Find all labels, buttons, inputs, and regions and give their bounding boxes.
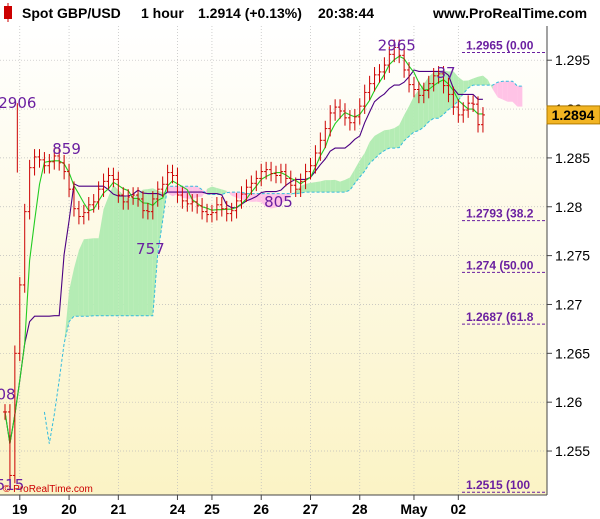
- fib-level-label: 1.274 (50.00: [466, 258, 534, 272]
- fib-level-label: 1.2965 (0.00: [466, 39, 534, 53]
- cloud-segment: [93, 238, 99, 316]
- y-tick-label: 1.26: [555, 394, 582, 410]
- extreme-annotation: 757: [136, 240, 165, 258]
- x-tick-label: 19: [12, 501, 28, 517]
- cloud-segment: [83, 238, 89, 317]
- cloud-segment: [389, 128, 395, 149]
- y-tick-label: 1.27: [555, 296, 582, 312]
- instrument-name: Spot GBP/USD: [22, 5, 121, 21]
- cloud-segment: [330, 179, 336, 193]
- cloud-segment: [335, 179, 341, 193]
- cloud-segment: [320, 180, 326, 193]
- cloud-segment: [88, 238, 94, 317]
- x-tick-label: 26: [253, 501, 269, 517]
- current-price-box: 1.2894: [546, 105, 600, 125]
- cloud-segment: [310, 182, 316, 193]
- y-tick-label: 1.255: [555, 443, 590, 459]
- time-axis: [0, 495, 600, 519]
- cloud-segment: [305, 182, 311, 193]
- cloud-segment: [78, 239, 84, 317]
- cloud-segment: [344, 177, 350, 193]
- x-tick-label: May: [400, 501, 427, 517]
- cloud-segment: [325, 180, 331, 193]
- x-tick-label: 24: [170, 501, 186, 517]
- cloud-segment: [423, 76, 429, 128]
- y-tick-label: 1.275: [555, 248, 590, 264]
- y-tick-label: 1.295: [555, 52, 590, 68]
- extreme-annotation: 2906: [0, 94, 36, 112]
- site-name: www.ProRealTime.com: [432, 5, 587, 21]
- last-quote: 1.2914 (+0.13%): [198, 5, 302, 21]
- cloud-segment: [418, 84, 424, 131]
- cloud-segment: [379, 130, 385, 154]
- cloud-segment: [394, 125, 400, 149]
- copyright-text: © ProRealTime.com: [3, 484, 93, 495]
- timeframe-label: 1 hour: [141, 5, 184, 21]
- cloud-segment: [413, 89, 419, 133]
- cloud-segment: [497, 81, 503, 100]
- x-tick-label: 21: [111, 501, 127, 517]
- y-tick-label: 1.265: [555, 345, 590, 361]
- cloud-segment: [428, 72, 434, 122]
- chart: Spot GBP/USD 1 hour 1.2914 (+0.13%) 20:3…: [0, 0, 600, 519]
- fib-level-label: 1.2793 (38.2: [466, 207, 534, 221]
- fib-level-label: 1.2687 (61.8: [466, 310, 534, 324]
- y-tick-label: 1.285: [555, 150, 590, 166]
- extreme-annotation: 2965: [378, 37, 416, 55]
- cloud-segment: [517, 86, 523, 107]
- x-tick-label: 20: [61, 501, 77, 517]
- extreme-annotation: 08: [0, 385, 16, 403]
- x-tick-label: 25: [204, 501, 220, 517]
- cloud-segment: [113, 184, 119, 316]
- x-tick-label: 28: [352, 501, 368, 517]
- cloud-segment: [108, 184, 114, 316]
- chart-svg: Spot GBP/USD 1 hour 1.2914 (+0.13%) 20:3…: [0, 0, 600, 519]
- cloud-segment: [128, 197, 134, 316]
- cloud-segment: [340, 179, 345, 193]
- fib-level-label: 1.2515 (100: [466, 478, 530, 492]
- y-tick-label: 1.28: [555, 199, 582, 215]
- cloud-segment: [118, 190, 124, 316]
- cloud-segment: [123, 194, 129, 316]
- extreme-annotation: 805: [264, 193, 293, 211]
- quote-time: 20:38:44: [318, 5, 374, 21]
- extreme-annotation: 859: [52, 140, 81, 158]
- cloud-segment: [478, 75, 483, 86]
- cloud-segment: [384, 129, 390, 151]
- cloud-segment: [507, 81, 513, 102]
- x-tick-label: 02: [451, 501, 467, 517]
- cloud-segment: [502, 81, 508, 102]
- current-price-label: 1.2894: [552, 107, 595, 123]
- cloud-segment: [315, 181, 321, 193]
- extreme-annotation: 37: [436, 64, 455, 82]
- cloud-segment: [103, 196, 109, 316]
- x-tick-label: 27: [303, 501, 319, 517]
